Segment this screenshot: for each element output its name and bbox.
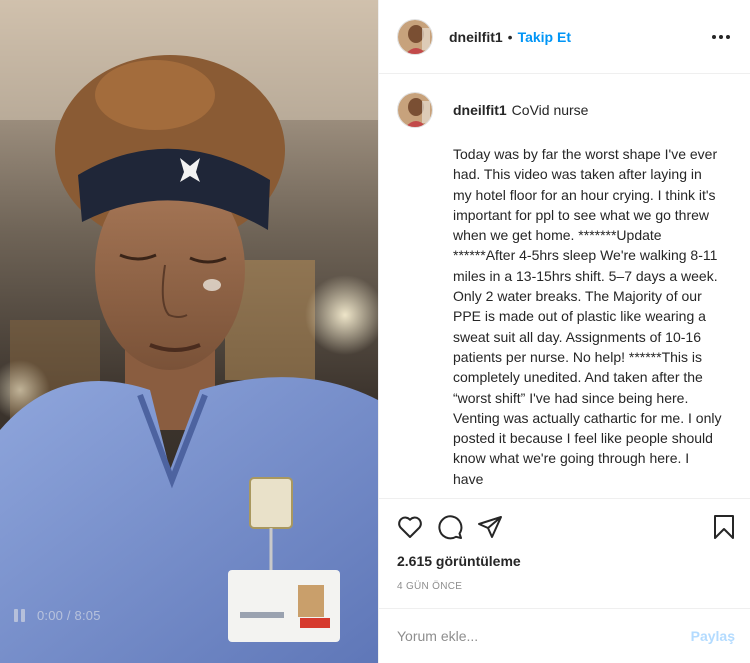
video-player[interactable]: 0:00 / 8:05 xyxy=(0,0,378,663)
caption-subtitle: CoVid nurse xyxy=(511,102,589,118)
share-icon[interactable] xyxy=(477,507,517,547)
action-bar xyxy=(379,499,750,555)
header-username[interactable]: dneilfit1 xyxy=(449,29,503,45)
video-frame xyxy=(0,0,378,663)
post-caption: dneilfit1 CoVid nurse Today was by far t… xyxy=(379,90,750,498)
separator-dot: • xyxy=(507,28,513,45)
comment-icon[interactable] xyxy=(437,507,477,547)
comment-bar: Paylaş xyxy=(379,608,750,663)
more-horizontal-icon[interactable] xyxy=(708,31,734,43)
comment-input[interactable] xyxy=(397,628,691,644)
post-comment-button[interactable]: Paylaş xyxy=(691,628,735,644)
post-header: dneilfit1 • Takip Et xyxy=(379,0,750,74)
pause-icon[interactable] xyxy=(14,609,25,622)
caption-header: dneilfit1 CoVid nurse xyxy=(397,90,735,130)
post-date[interactable]: 4 GÜN ÖNCE xyxy=(379,581,750,592)
avatar[interactable] xyxy=(397,18,433,55)
video-controls[interactable]: 0:00 / 8:05 xyxy=(14,608,101,623)
heart-icon[interactable] xyxy=(397,507,437,547)
video-time: 0:00 / 8:05 xyxy=(37,608,101,623)
caption-avatar[interactable] xyxy=(397,92,433,128)
view-count[interactable]: 2.615 görüntüleme xyxy=(379,553,750,569)
bookmark-icon[interactable] xyxy=(695,507,735,547)
caption-text: Today was by far the worst shape I've ev… xyxy=(453,146,722,487)
post-panel: dneilfit1 • Takip Et dneilfit1 CoVid nur… xyxy=(378,0,750,663)
caption-username[interactable]: dneilfit1 xyxy=(453,102,507,118)
post-actions: 2.615 görüntüleme 4 GÜN ÖNCE xyxy=(379,498,750,608)
follow-button[interactable]: Takip Et xyxy=(518,29,571,45)
